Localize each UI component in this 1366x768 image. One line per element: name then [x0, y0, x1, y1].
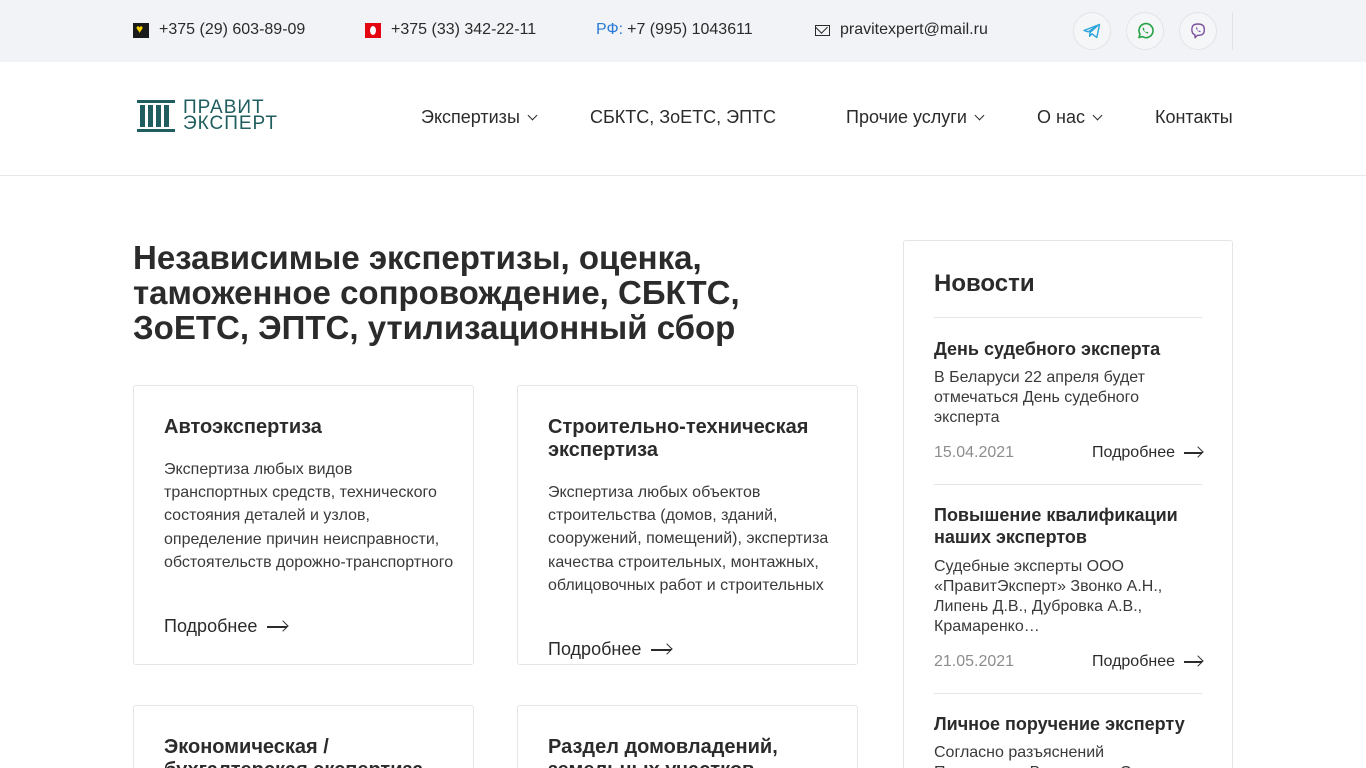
- news-item-date: 21.05.2021: [934, 653, 1015, 670]
- nav-expertises-label: Экспертизы: [421, 107, 520, 127]
- top-contact-bar: +375 (29) 603-89-09 +375 (33) 342-22-11 …: [0, 0, 1366, 62]
- site-logo[interactable]: ПРАВИТ ЭКСПЕРТ: [137, 98, 278, 134]
- viber-button[interactable]: [1179, 12, 1217, 50]
- telegram-icon: [1083, 23, 1101, 39]
- page-title: Независимые экспертизы, оценка, таможенн…: [133, 239, 740, 346]
- service-card-title: Строительно-техническая экспертиза: [548, 416, 809, 461]
- nav-sbkts-label: СБКТС, ЗоЕТС, ЭПТС: [590, 107, 777, 127]
- service-card-title: Раздел домовладений, земельных участков: [548, 736, 778, 768]
- columns-logo-icon: [137, 100, 175, 132]
- news-more-label: Подробнее: [1092, 653, 1175, 670]
- phone-life-text: +375 (29) 603-89-09: [159, 21, 306, 38]
- service-card-construction[interactable]: Строительно-техническая экспертиза Экспе…: [517, 385, 858, 665]
- phone-life-link[interactable]: +375 (29) 603-89-09: [133, 21, 305, 39]
- more-link[interactable]: Подробнее: [164, 616, 288, 637]
- service-card-auto[interactable]: Автоэкспертиза Экспертиза любых видов тр…: [133, 385, 474, 665]
- nav-sbkts[interactable]: СБКТС, ЗоЕТС, ЭПТС: [590, 107, 776, 128]
- telegram-button[interactable]: [1073, 12, 1111, 50]
- news-more-link[interactable]: Подробнее: [1092, 444, 1202, 462]
- email-link[interactable]: pravitexpert@mail.ru: [815, 21, 988, 39]
- service-card-property-division[interactable]: Раздел домовладений, земельных участков: [517, 705, 858, 768]
- email-text: pravitexpert@mail.ru: [840, 21, 988, 38]
- phone-mts-link[interactable]: +375 (33) 342-22-11: [365, 21, 536, 39]
- news-item-title[interactable]: День судебного эксперта: [934, 338, 1202, 360]
- phone-rf-text: +7 (995) 1043611: [627, 21, 753, 38]
- chevron-down-icon: [1092, 110, 1103, 121]
- news-more-link[interactable]: Подробнее: [1092, 653, 1202, 671]
- more-link[interactable]: Подробнее: [548, 639, 672, 660]
- news-item-date: 15.04.2021: [934, 444, 1015, 461]
- logo-line-2: ЭКСПЕРТ: [183, 113, 278, 134]
- phone-rf-link[interactable]: РФ: +7 (995) 1043611: [596, 21, 753, 39]
- mail-icon: [815, 24, 830, 36]
- news-item-title[interactable]: Личное поручение эксперту: [934, 713, 1202, 735]
- service-card-title: Экономическая / бухгалтерская экспертиза: [164, 736, 423, 768]
- nav-contacts[interactable]: Контакты: [1155, 107, 1233, 128]
- news-heading: Новости: [934, 270, 1035, 297]
- news-item-text: В Беларуси 22 апреля будет отмечаться Де…: [934, 369, 1145, 426]
- arrow-right-icon: [1184, 452, 1202, 454]
- service-card-text: Экспертиза любых объектов строительства …: [548, 484, 829, 594]
- news-divider: [934, 317, 1202, 318]
- site-header: ПРАВИТ ЭКСПЕРТ Экспертизы СБКТС, ЗоЕТС, …: [0, 62, 1366, 176]
- rf-label: РФ:: [596, 21, 624, 38]
- more-link-label: Подробнее: [164, 616, 258, 636]
- phone-mts-text: +375 (33) 342-22-11: [391, 21, 537, 38]
- service-card-title: Автоэкспертиза: [164, 416, 322, 438]
- viber-icon: [1191, 23, 1206, 39]
- news-item-text: Судебные эксперты ООО «ПравитЭксперт» Зв…: [934, 558, 1163, 635]
- service-card-text: Экспертиза любых видов транспортных сред…: [164, 461, 454, 578]
- chevron-down-icon: [527, 110, 538, 121]
- chevron-down-icon: [974, 110, 985, 121]
- news-divider: [934, 484, 1202, 485]
- arrow-right-icon: [267, 625, 288, 628]
- service-card-economic[interactable]: Экономическая / бухгалтерская экспертиза: [133, 705, 474, 768]
- more-link-label: Подробнее: [548, 639, 642, 659]
- arrow-right-icon: [651, 648, 672, 651]
- nav-expertises[interactable]: Экспертизы: [421, 107, 538, 128]
- whatsapp-icon: [1138, 22, 1154, 39]
- arrow-right-icon: [1184, 661, 1202, 663]
- nav-about-label: О нас: [1037, 107, 1085, 127]
- news-divider: [934, 693, 1202, 694]
- whatsapp-button[interactable]: [1126, 12, 1164, 50]
- news-panel: Новости День судебного эксперта В Белару…: [903, 240, 1233, 768]
- life-operator-icon: [133, 22, 149, 38]
- logo-text: ПРАВИТ ЭКСПЕРТ: [183, 98, 278, 134]
- nav-contacts-label: Контакты: [1155, 107, 1233, 127]
- nav-other-services[interactable]: Прочие услуги: [846, 107, 985, 128]
- nav-about[interactable]: О нас: [1037, 107, 1103, 128]
- news-more-label: Подробнее: [1092, 444, 1175, 461]
- nav-other-services-label: Прочие услуги: [846, 107, 967, 127]
- news-item-title[interactable]: Повышение квалификации наших экспертов: [934, 504, 1202, 548]
- topbar-divider: [1232, 12, 1233, 50]
- news-item-text: Согласно разъяснений Президиума Верховно…: [934, 744, 1157, 768]
- mts-operator-icon: [365, 22, 381, 38]
